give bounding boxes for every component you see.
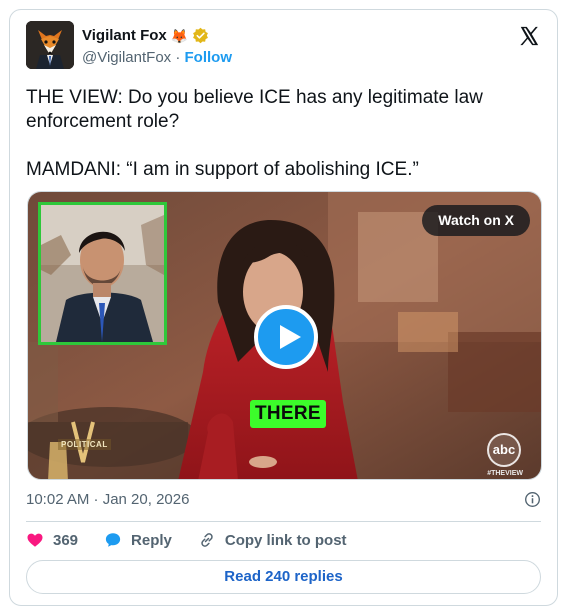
fox-emoji-icon: 🦊 <box>170 27 189 44</box>
video-media[interactable]: Watch on X THERE POLITICAL abc #THEVIEW <box>27 191 542 480</box>
x-logo-icon[interactable] <box>518 25 540 47</box>
fox-avatar-image <box>26 21 74 69</box>
copy-link-label: Copy link to post <box>224 531 347 549</box>
watch-on-x-button[interactable]: Watch on X <box>422 205 530 236</box>
divider <box>26 521 541 522</box>
author-handle[interactable]: @VigilantFox <box>82 49 171 66</box>
abc-logo: abc <box>487 433 521 467</box>
inset-speaker-image <box>41 205 164 342</box>
author-avatar[interactable] <box>26 21 74 69</box>
reply-button[interactable]: Reply <box>104 531 172 549</box>
info-icon[interactable] <box>524 491 541 508</box>
action-bar: 369 Reply Copy link to post <box>26 531 373 549</box>
author-name[interactable]: Vigilant Fox <box>82 27 167 44</box>
reply-bubble-icon <box>105 533 121 547</box>
show-overlay-text: POLITICAL <box>58 439 111 450</box>
author-name-row: Vigilant Fox 🦊 <box>82 27 209 44</box>
read-replies-button[interactable]: Read 240 replies <box>26 560 541 594</box>
video-caption: THERE <box>250 400 326 428</box>
tweet-paragraph: THE VIEW: Do you believe ICE has any leg… <box>26 87 483 132</box>
like-count: 369 <box>53 531 79 549</box>
copy-link-button[interactable]: Copy link to post <box>198 531 347 549</box>
play-button[interactable] <box>254 305 318 369</box>
author-handle-row: @VigilantFox · Follow <box>82 49 232 66</box>
like-button[interactable]: 369 <box>26 531 78 549</box>
inset-video-frame <box>38 202 167 345</box>
tweet-card: Vigilant Fox 🦊 @VigilantFox · Follow THE… <box>9 9 558 606</box>
show-hashtag: #THEVIEW <box>487 470 523 477</box>
tweet-paragraph: MAMDANI: “I am in support of abolishing … <box>26 159 419 180</box>
tweet-text: THE VIEW: Do you believe ICE has any leg… <box>26 86 526 182</box>
timestamp-row: 10:02 AM · Jan 20, 2026 <box>26 491 541 508</box>
follow-link[interactable]: Follow <box>185 49 233 66</box>
post-timestamp[interactable]: 10:02 AM · Jan 20, 2026 <box>26 491 189 508</box>
link-icon <box>201 533 213 547</box>
play-icon <box>280 325 301 349</box>
verified-badge-icon <box>193 27 209 44</box>
reply-label: Reply <box>131 531 172 549</box>
handle-separator: · <box>171 49 185 66</box>
heart-icon <box>27 533 43 547</box>
